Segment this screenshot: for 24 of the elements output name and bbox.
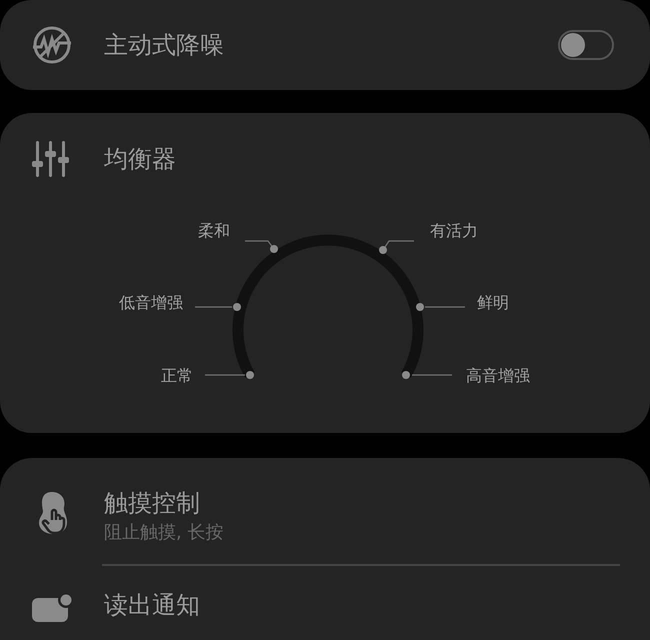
setting-title: 主动式降噪 bbox=[104, 30, 225, 61]
preset-point[interactable] bbox=[416, 303, 424, 311]
leader-line bbox=[412, 374, 452, 376]
preset-point[interactable] bbox=[233, 303, 241, 311]
leader-line bbox=[205, 374, 245, 376]
preset-label[interactable]: 正常 bbox=[161, 366, 193, 385]
preset-point[interactable] bbox=[246, 371, 254, 379]
setting-subtitle: 阻止触摸, 长按 bbox=[104, 521, 224, 545]
preset-point[interactable] bbox=[379, 246, 387, 254]
preset-label[interactable]: 低音增强 bbox=[119, 293, 183, 312]
preset-point[interactable] bbox=[270, 245, 278, 253]
preset-label[interactable]: 鲜明 bbox=[477, 293, 509, 312]
setting-title[interactable]: 读出通知 bbox=[104, 588, 200, 622]
preset-label[interactable]: 高音增强 bbox=[466, 366, 530, 385]
leader-line bbox=[425, 306, 465, 308]
preset-label[interactable]: 有活力 bbox=[430, 221, 478, 240]
notification-icon bbox=[30, 592, 74, 624]
section-title: 均衡器 bbox=[104, 144, 176, 175]
toggle-switch[interactable] bbox=[558, 30, 614, 60]
equalizer-icon bbox=[30, 139, 70, 179]
preset-label[interactable]: 柔和 bbox=[198, 221, 230, 240]
leader-line bbox=[195, 306, 232, 308]
setting-title[interactable]: 触摸控制 bbox=[104, 486, 224, 520]
preset-point[interactable] bbox=[402, 371, 410, 379]
